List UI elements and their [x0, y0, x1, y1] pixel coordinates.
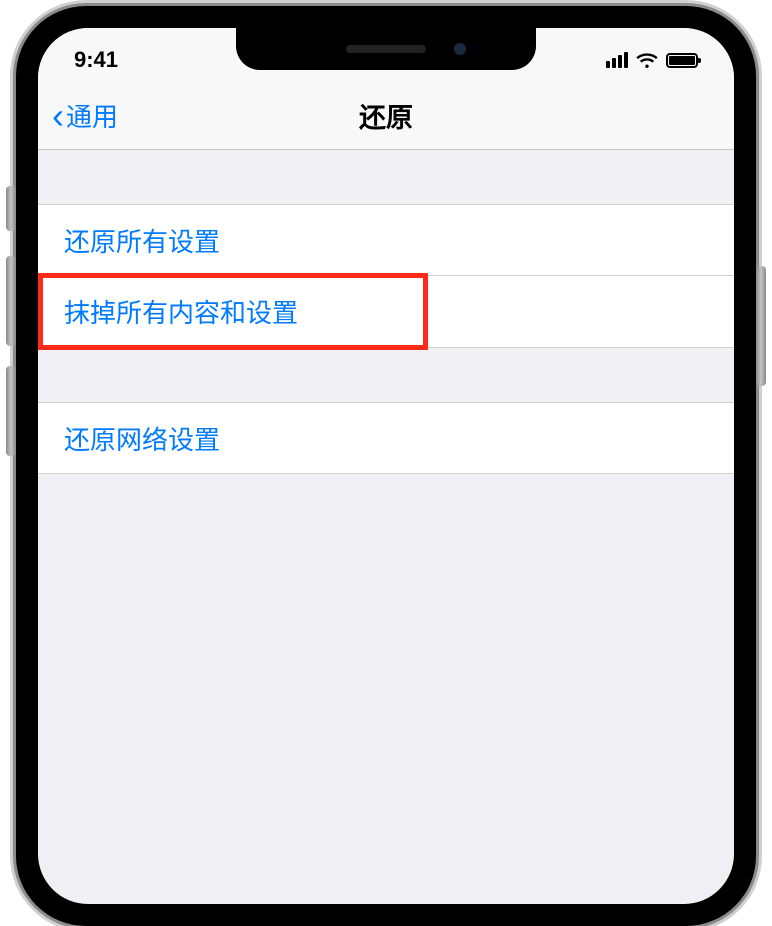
item-label: 还原网络设置 — [64, 420, 220, 457]
screen: 9:41 ‹ 通用 还原 还原所有设置 — [38, 28, 734, 904]
clock: 9:41 — [74, 47, 118, 72]
front-camera — [454, 43, 466, 55]
item-label: 抹掉所有内容和设置 — [64, 293, 298, 330]
battery-icon — [666, 53, 698, 68]
erase-all-content-item[interactable]: 抹掉所有内容和设置 — [38, 276, 734, 348]
wifi-icon — [636, 52, 658, 68]
phone-frame: 9:41 ‹ 通用 还原 还原所有设置 — [16, 6, 756, 926]
earpiece-speaker — [346, 45, 426, 53]
page-title: 还原 — [359, 96, 413, 135]
nav-bar: ‹ 通用 还原 — [38, 82, 734, 150]
settings-list: 还原所有设置 抹掉所有内容和设置 还原网络设置 — [38, 150, 734, 474]
reset-all-settings-item[interactable]: 还原所有设置 — [38, 204, 734, 276]
notch — [236, 28, 536, 70]
back-label: 通用 — [66, 97, 118, 134]
chevron-left-icon: ‹ — [52, 98, 64, 134]
reset-network-settings-item[interactable]: 还原网络设置 — [38, 402, 734, 474]
mute-switch — [6, 186, 16, 231]
cellular-signal-icon — [606, 52, 628, 68]
side-button — [756, 266, 766, 386]
volume-up-button — [6, 256, 16, 346]
item-label: 还原所有设置 — [64, 222, 220, 259]
back-button[interactable]: ‹ 通用 — [38, 97, 118, 134]
volume-down-button — [6, 366, 16, 456]
